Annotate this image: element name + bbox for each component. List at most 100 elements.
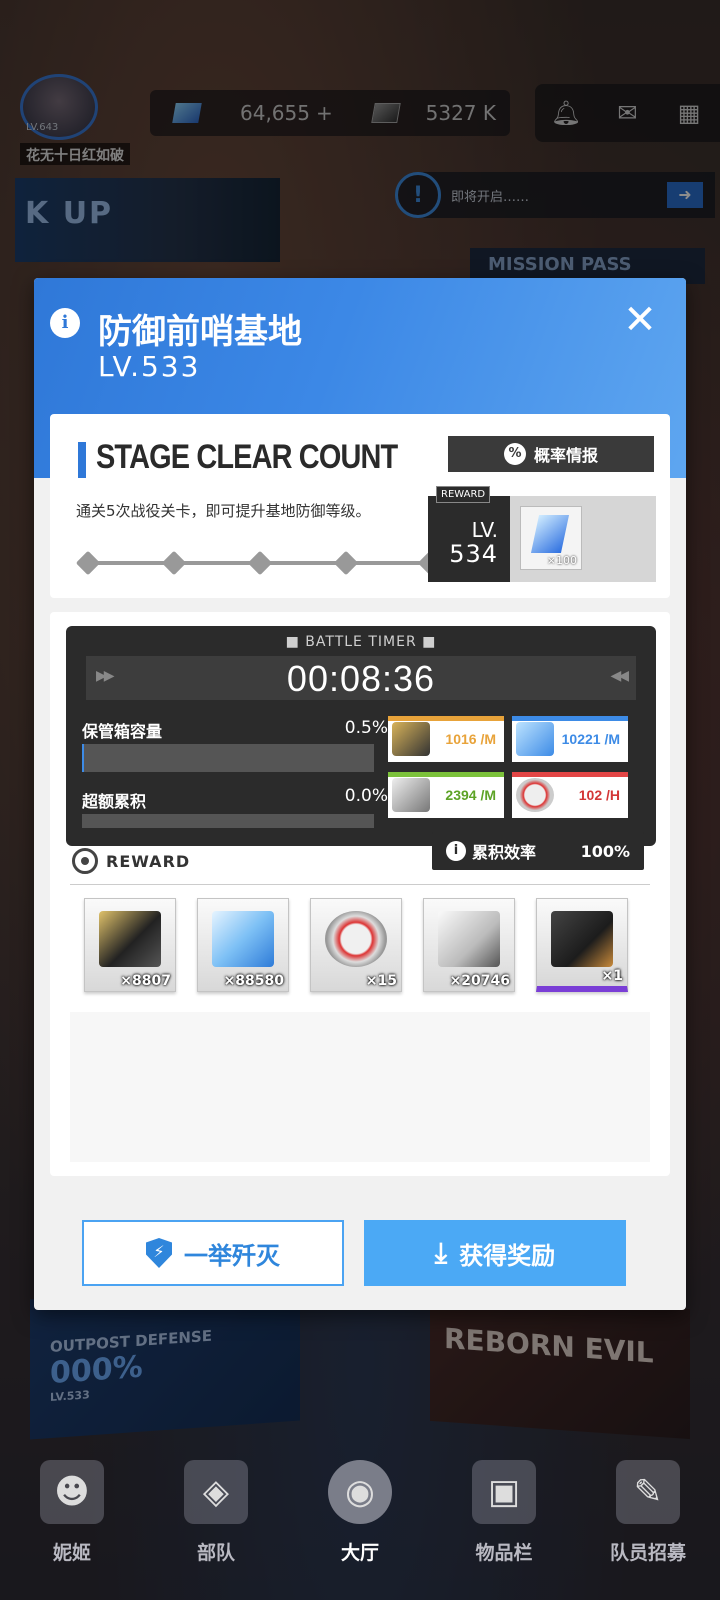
probability-label: 概率情报: [533, 446, 598, 465]
nav-nikke[interactable]: ☻ 妮姬: [12, 1460, 132, 1565]
modal-title: 防御前哨基地: [98, 312, 302, 352]
storage-fill: [82, 744, 84, 772]
usb-icon: [212, 911, 274, 967]
usb-icon: [516, 722, 554, 756]
radar-icon: [72, 848, 98, 874]
reward-item-credit[interactable]: ×8807: [84, 898, 176, 992]
nav-label: 大厅: [340, 1542, 379, 1564]
rate-cap: [512, 716, 628, 721]
credit-card-icon: [392, 722, 430, 756]
reward-qty: ×100: [546, 554, 577, 567]
efficiency-label: 累积效率: [472, 843, 537, 862]
rate-value: 10221 /M: [561, 731, 620, 747]
reward-qty: ×88580: [223, 973, 284, 989]
wipe-out-label: 一举歼灭: [184, 1241, 280, 1270]
info-icon: i: [446, 841, 466, 861]
reward-item-gear-orb[interactable]: ×15: [310, 898, 402, 992]
wipe-out-button[interactable]: ⚡ 一举歼灭: [82, 1220, 344, 1286]
reward-label: REWARD: [106, 851, 191, 871]
reward-qty: ×15: [365, 973, 397, 989]
reward-qty: ×8807: [120, 973, 171, 989]
overflow-bar: [82, 814, 374, 828]
accent-bar: [78, 442, 86, 478]
progress-node: [247, 550, 273, 576]
rate-value: 102 /H: [578, 787, 620, 803]
battle-timer-text: BATTLE TIMER: [305, 634, 417, 650]
nav-label: 妮姬: [52, 1542, 91, 1564]
storage-value: 0.5%: [344, 718, 388, 738]
rate-tile-credit: 1016 /M: [388, 716, 504, 762]
claim-label: 获得奖励: [459, 1241, 556, 1270]
overflow-label: 超额累积: [82, 792, 147, 811]
progress-node: [75, 550, 101, 576]
nav-label: 部队: [196, 1542, 235, 1564]
rate-cap: [512, 772, 628, 777]
recruit-icon: ✎: [616, 1460, 680, 1524]
battle-timer-card: ■ BATTLE TIMER ■ ▶▶ 00:08:36 ◀◀ 保管箱容量 0.…: [50, 612, 670, 1176]
battle-panel: ■ BATTLE TIMER ■ ▶▶ 00:08:36 ◀◀ 保管箱容量 0.…: [66, 626, 656, 846]
rate-tile-battle-data: 2394 /M: [388, 772, 504, 818]
percent-icon: %: [503, 443, 526, 465]
info-icon[interactable]: i: [50, 308, 80, 338]
rate-tile-gear-orb: 102 /H: [512, 772, 628, 818]
rate-cap: [388, 772, 504, 777]
reward-item-equipment[interactable]: ×1: [536, 898, 628, 992]
reward-qty: ×20746: [449, 973, 510, 989]
battle-timer-label: ■ BATTLE TIMER ■: [285, 634, 437, 650]
reward-tag: REWARD: [436, 486, 491, 503]
nav-lobby[interactable]: ◉ 大厅: [300, 1460, 420, 1565]
battle-timer-value: 00:08:36: [286, 658, 436, 699]
reward-level-badge: LV. 534: [428, 496, 510, 582]
nav-inventory[interactable]: ▣ 物品栏: [444, 1460, 564, 1565]
outpost-defense-modal: i 防御前哨基地 LV.533 ✕ STAGE CLEAR COUNT % 概率…: [34, 278, 686, 1310]
reward-item-battle-data[interactable]: ×20746: [423, 898, 515, 992]
stage-description: 通关5次战役关卡，即可提升基地防御等级。: [76, 502, 371, 520]
document-icon: [438, 911, 500, 967]
orb-icon: [325, 911, 387, 967]
storage-label: 保管箱容量: [82, 722, 163, 741]
nav-label: 队员招募: [609, 1542, 686, 1564]
nav-squad[interactable]: ◈ 部队: [156, 1460, 276, 1565]
reward-header: REWARD: [72, 848, 190, 874]
divider: [70, 884, 650, 885]
nikke-icon: ☻: [40, 1460, 104, 1524]
probability-info-button[interactable]: % 概率情报: [448, 436, 654, 472]
modal-level: LV.533: [98, 350, 201, 383]
bottom-nav: ☻ 妮姬 ◈ 部队 ◉ 大厅 ▣ 物品栏 ✎ 队员招募: [0, 1440, 720, 1600]
progress-node: [333, 550, 359, 576]
lobby-icon: ◉: [328, 1460, 392, 1524]
next-level-reward: LV. 534 REWARD ×100: [428, 486, 656, 582]
storage-bar: [82, 744, 374, 772]
reward-items: ×8807 ×88580 ×15 ×20746 ×1: [84, 898, 628, 992]
efficiency-value: 100%: [580, 841, 630, 861]
gem-icon: [530, 515, 570, 553]
credit-card-icon: [99, 911, 161, 967]
stage-clear-card: STAGE CLEAR COUNT % 概率情报 通关5次战役关卡，即可提升基地…: [50, 414, 670, 598]
squad-icon: ◈: [184, 1460, 248, 1524]
timer-strip: ▶▶ 00:08:36 ◀◀: [86, 656, 636, 700]
progress-node: [161, 550, 187, 576]
case-icon: [551, 911, 613, 967]
rate-cap: [388, 716, 504, 721]
efficiency-bar[interactable]: i 累积效率 100%: [432, 832, 644, 870]
rate-tile-core-dust: 10221 /M: [512, 716, 628, 762]
claim-reward-button[interactable]: ⤓ 获得奖励: [364, 1220, 626, 1286]
reward-item-core-dust[interactable]: ×88580: [197, 898, 289, 992]
close-button[interactable]: ✕: [620, 300, 660, 340]
orb-icon: [516, 778, 554, 812]
stage-clear-heading: STAGE CLEAR COUNT: [96, 438, 398, 476]
rate-value: 2394 /M: [445, 787, 496, 803]
inventory-icon: ▣: [472, 1460, 536, 1524]
shield-icon: ⚡: [146, 1238, 172, 1268]
reward-qty: ×1: [601, 968, 623, 984]
rate-value: 1016 /M: [445, 731, 496, 747]
reward-lv-label: LV.: [471, 518, 498, 542]
reward-lv-value: 534: [449, 540, 498, 568]
document-icon: [392, 778, 430, 812]
reward-empty-area: [70, 1012, 650, 1162]
gem-reward-item[interactable]: ×100: [520, 506, 582, 570]
overflow-value: 0.0%: [344, 786, 388, 806]
nav-recruit[interactable]: ✎ 队员招募: [588, 1460, 708, 1565]
nav-label: 物品栏: [475, 1542, 533, 1564]
download-icon: ⤓: [434, 1236, 448, 1269]
